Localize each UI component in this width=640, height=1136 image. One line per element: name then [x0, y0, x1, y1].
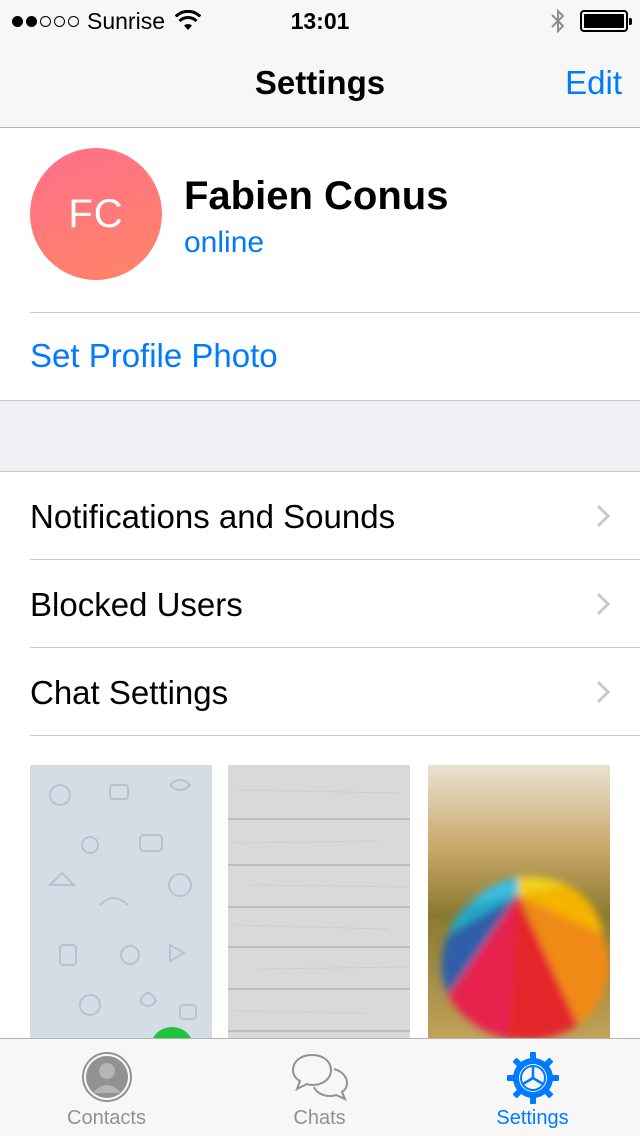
tab-label: Settings	[496, 1107, 569, 1129]
doodle-pattern-image	[47, 779, 197, 1020]
chat-bubbles-icon	[291, 1053, 348, 1101]
chevron-right-icon	[596, 504, 610, 528]
profile-name: Fabien Conus	[184, 174, 449, 218]
avatar[interactable]: FC	[30, 148, 162, 280]
person-icon	[81, 1052, 132, 1102]
tab-contacts[interactable]: Contacts	[0, 1039, 213, 1136]
status-bar: Sunrise 13:01	[0, 0, 640, 40]
menu-item-label: Blocked Users	[30, 586, 243, 623]
section-spacer	[0, 400, 640, 472]
gear-icon	[506, 1052, 559, 1104]
battery-icon	[580, 10, 632, 32]
menu-item-label: Chat Settings	[30, 674, 229, 711]
tab-bar: Contacts Chats Settings	[0, 1038, 640, 1136]
umbrella-photo-image	[441, 876, 610, 1039]
tab-label: Contacts	[67, 1107, 146, 1129]
menu-item-notifications-and-sounds[interactable]: Notifications and Sounds	[0, 472, 640, 560]
set-profile-photo-label: Set Profile Photo	[30, 337, 278, 374]
navigation-bar: Settings Edit	[0, 40, 640, 128]
chevron-right-icon	[596, 680, 610, 704]
menu-item-label: Notifications and Sounds	[30, 498, 396, 535]
edit-button[interactable]: Edit	[565, 64, 622, 102]
profile-status: online	[184, 226, 265, 259]
status-time: 13:01	[290, 8, 350, 34]
menu-item-blocked-users[interactable]: Blocked Users	[0, 560, 640, 648]
avatar-initials: FC	[68, 191, 124, 236]
profile-header[interactable]: FC Fabien Conus online	[0, 128, 640, 312]
bluetooth-icon	[551, 8, 565, 34]
set-profile-photo-button[interactable]: Set Profile Photo	[0, 313, 640, 400]
status-right	[550, 8, 632, 34]
wood-planks-image	[228, 765, 410, 1039]
divider	[30, 735, 640, 736]
menu-item-chat-settings[interactable]: Chat Settings	[0, 648, 640, 736]
wallpaper-umbrella-thumbnail[interactable]	[428, 765, 610, 1039]
page-title: Settings	[254, 64, 386, 101]
battery-fill	[584, 14, 624, 28]
wallpaper-picker	[0, 765, 640, 1071]
wallpaper-wood-thumbnail[interactable]	[228, 765, 410, 1039]
tab-settings[interactable]: Settings	[426, 1039, 639, 1136]
tab-label: Chats	[293, 1107, 346, 1129]
tab-chats[interactable]: Chats	[213, 1039, 426, 1136]
chevron-right-icon	[596, 592, 610, 616]
wallpaper-doodle-thumbnail[interactable]	[30, 765, 212, 1039]
